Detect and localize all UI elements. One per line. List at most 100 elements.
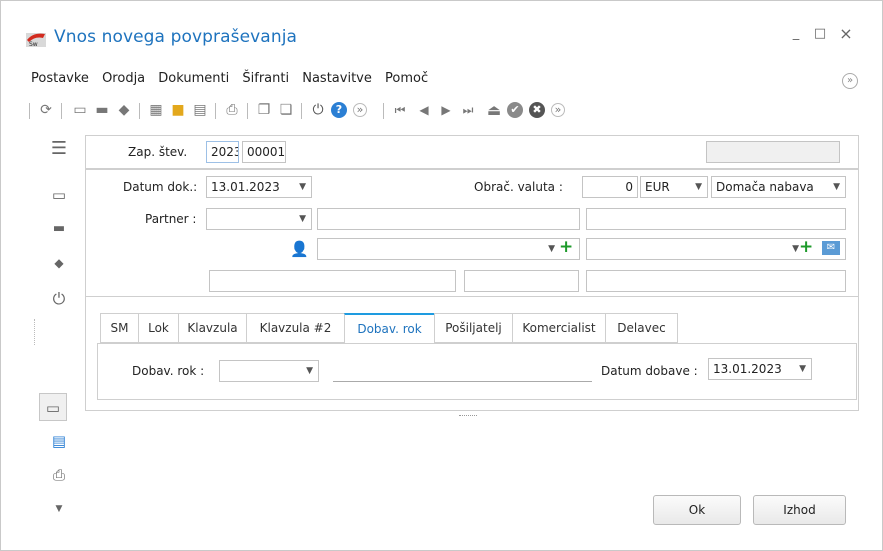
prev-icon[interactable]: ◀ (415, 101, 433, 119)
exit-button[interactable]: Izhod (753, 495, 846, 525)
svg-text:Sw: Sw (29, 41, 38, 48)
postal-field[interactable] (464, 270, 579, 292)
resize-grip[interactable] (459, 415, 477, 417)
copy-icon[interactable]: ❐ (255, 101, 273, 119)
datum-dropdown[interactable]: 13.01.2023 ▼ (206, 176, 312, 198)
app-logo-icon: Sw (26, 33, 46, 48)
main-window: Sw Vnos novega povpraševanja _ □ × Posta… (0, 0, 883, 551)
paste-icon[interactable]: ❏ (277, 101, 295, 119)
zap-label: Zap. štev. (128, 145, 188, 159)
open-folder-icon[interactable]: ▬ (49, 219, 69, 239)
chevron-down-icon: ▼ (548, 244, 555, 254)
toolbar-separator (139, 103, 140, 119)
toolbar-separator (215, 103, 216, 119)
valuta-amount-field[interactable]: 0 (582, 176, 638, 198)
menu-dokumenti[interactable]: Dokumenti (158, 71, 229, 86)
lock-icon[interactable]: ■ (169, 101, 187, 119)
chevron-down-icon: ▼ (695, 182, 702, 192)
hamburger-icon[interactable]: ☰ (49, 139, 69, 159)
power-icon[interactable]: ⏻ (309, 101, 327, 119)
valuta-label: Obrač. valuta : (474, 180, 563, 194)
partner-dropdown[interactable]: ▼ (206, 208, 312, 230)
next-icon[interactable]: ▶ (437, 101, 455, 119)
rok-description-field[interactable] (333, 360, 592, 382)
nabava-dropdown[interactable]: Domača nabava ▼ (711, 176, 846, 198)
grid-icon[interactable]: ▤ (191, 101, 209, 119)
title-bar: Sw Vnos novega povpraševanja _ □ × (1, 1, 882, 71)
more-icon[interactable]: » (353, 103, 367, 117)
menu-sifranti[interactable]: Šifranti (242, 71, 289, 86)
tab-klavzula-2[interactable]: Klavzula #2 (246, 313, 345, 343)
new-record-button[interactable]: ▭ (39, 393, 67, 421)
tab-komercialist[interactable]: Komercialist (512, 313, 606, 343)
menu-pomoc[interactable]: Pomoč (385, 71, 428, 86)
year-field[interactable]: 2023 (206, 141, 239, 163)
number-field[interactable]: 00001 (242, 141, 286, 163)
last-icon[interactable]: ⏭ (459, 101, 477, 119)
chevron-down-icon: ▼ (799, 364, 806, 374)
menu-postavke[interactable]: Postavke (31, 71, 89, 86)
open-folder-icon[interactable]: ▬ (93, 101, 111, 119)
maximize-button[interactable]: □ (809, 23, 831, 45)
search-list-icon[interactable]: ▤ (49, 431, 69, 451)
partner-name-field[interactable] (317, 208, 580, 230)
collapse-circle-icon[interactable]: » (842, 73, 858, 89)
rok-dropdown[interactable]: ▼ (219, 360, 319, 382)
calculator-icon[interactable]: ▦ (147, 101, 165, 119)
menu-bar: Postavke Orodja Dokumenti Šifranti Nasta… (31, 71, 437, 91)
tab-dobav-rok[interactable]: Dobav. rok (344, 313, 435, 344)
chevron-down-icon[interactable]: ▼ (49, 499, 69, 519)
datum-dobave-dropdown[interactable]: 13.01.2023 ▼ (708, 358, 812, 380)
ok-button[interactable]: Ok (653, 495, 741, 525)
add-contact-icon[interactable]: + (559, 237, 573, 257)
toolbar-separator (61, 103, 62, 119)
chevron-down-icon: ▼ (299, 182, 306, 192)
menu-nastavitve[interactable]: Nastavitve (302, 71, 372, 86)
eraser-icon[interactable]: ◆ (115, 101, 133, 119)
splitter-handle[interactable] (34, 319, 35, 345)
tab-sm[interactable]: SM (100, 313, 139, 343)
minimize-button[interactable]: _ (785, 23, 807, 45)
city-field[interactable] (586, 270, 846, 292)
window-title: Vnos novega povpraševanja (54, 27, 298, 47)
print-icon[interactable]: ⎙ (49, 465, 69, 485)
add-email-icon[interactable]: + (799, 237, 813, 257)
new-doc-icon[interactable]: ▭ (49, 185, 69, 205)
first-icon[interactable]: ⏮ (391, 101, 409, 119)
eraser-icon[interactable]: ◆ (49, 253, 69, 273)
currency-dropdown[interactable]: EUR ▼ (640, 176, 708, 198)
datum-dobave-label: Datum dobave : (601, 364, 698, 378)
menu-orodja[interactable]: Orodja (102, 71, 145, 86)
toolbar-separator (247, 103, 248, 119)
datum-label: Datum dok.: (123, 180, 198, 194)
tab-posiljatelj[interactable]: Pošiljatelj (434, 313, 513, 343)
status-field (706, 141, 840, 163)
partner-extra-field[interactable] (586, 208, 846, 230)
refresh-icon[interactable]: ⟳ (37, 101, 55, 119)
new-doc-icon[interactable]: ▭ (71, 101, 89, 119)
mail-add-icon[interactable]: ✉ (822, 241, 840, 255)
tab-lok[interactable]: Lok (138, 313, 179, 343)
close-button[interactable]: × (835, 23, 857, 45)
toolbar-separator (29, 103, 30, 119)
tab-delavec[interactable]: Delavec (605, 313, 678, 343)
header-strip: Zap. štev. 2023 00001 (85, 135, 859, 169)
contact-dropdown[interactable]: ▼ (317, 238, 580, 260)
help-icon[interactable]: ? (331, 102, 347, 118)
sidebar: ☰ ▭ ▬ ◆ ⏻ ▭ ▤ ⎙ ▼ (31, 135, 81, 525)
power-icon[interactable]: ⏻ (49, 289, 69, 309)
partner-label: Partner : (145, 212, 197, 226)
more-icon[interactable]: » (551, 103, 565, 117)
toolbar-separator (301, 103, 302, 119)
chevron-down-icon: ▼ (792, 244, 799, 254)
toolbar-separator (383, 103, 384, 119)
print-icon[interactable]: ⎙ (223, 101, 241, 119)
check-icon[interactable]: ✔ (507, 102, 523, 118)
tab-klavzula[interactable]: Klavzula (178, 313, 247, 343)
document-form: Datum dok.: 13.01.2023 ▼ Obrač. valuta : … (85, 169, 859, 297)
person-icon[interactable]: 👤 (290, 240, 309, 258)
address-field[interactable] (209, 270, 456, 292)
cancel-icon[interactable]: ✖ (529, 102, 545, 118)
eject-icon[interactable]: ⏏ (485, 101, 503, 119)
rok-label: Dobav. rok : (132, 364, 205, 378)
